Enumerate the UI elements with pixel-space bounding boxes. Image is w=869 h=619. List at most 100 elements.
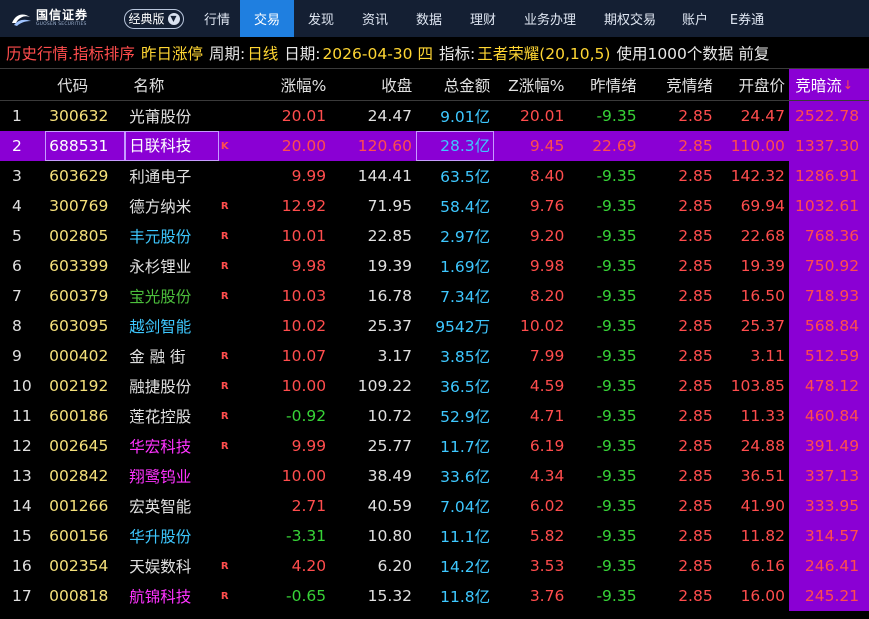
header-tail [863, 69, 869, 100]
table-row[interactable]: 9 000402 金 融 街 R 10.07 3.17 3.85亿 7.99 -9.35 2.85… [0, 341, 869, 371]
indicator-value[interactable]: 王者荣耀(20,10,5) [477, 42, 610, 64]
header-open[interactable]: 开盘价 [717, 74, 789, 96]
stock-code: 002354 [49, 557, 109, 575]
table-row[interactable]: 14 001266 宏英智能 2.71 40.59 7.04亿 6.02 -9.35 2.85 4… [0, 491, 869, 521]
table-row[interactable]: 7 600379 宝光股份 R 10.03 16.78 7.34亿 8.20 -9.35 2.85… [0, 281, 869, 311]
turnover-amount: 11.1亿 [440, 528, 491, 546]
stock-name: 利通电子 [129, 168, 192, 186]
sort-mode-title[interactable]: 历史行情.指标排序 [6, 42, 135, 64]
table-row[interactable]: 15 600156 华升股份 -3.31 10.80 11.1亿 5.82 -9.35 2.85… [0, 521, 869, 551]
stock-name: 永杉锂业 [129, 258, 192, 276]
header-change-pct[interactable]: 涨幅% [245, 74, 331, 96]
turnover-amount: 7.04亿 [440, 498, 491, 516]
stock-flag-badge: R [220, 230, 229, 242]
table-row[interactable]: 2 688531 日联科技 K 20.00 120.60 28.3亿 9.45 22.69 2.8… [0, 131, 869, 161]
auction-flow: 478.12 [788, 371, 864, 401]
table-row[interactable]: 3 603629 利通电子 9.99 144.41 63.5亿 8.40 -9.35 2.85 1… [0, 161, 869, 191]
table-row[interactable]: 1 300632 光莆股份 20.01 24.47 9.01亿 20.01 -9.35 2.85… [0, 101, 869, 131]
date-value[interactable]: 2026-04-30 四 [322, 42, 433, 64]
table-row[interactable]: 17 000818 航锦科技 R -0.65 15.32 11.8亿 3.76 -9.35 2.8… [0, 581, 869, 611]
change-pct: 12.92 [281, 197, 327, 215]
open-price: 41.90 [740, 497, 785, 515]
header-close[interactable]: 收盘 [330, 74, 416, 96]
turnover-amount: 36.5亿 [440, 378, 491, 396]
header-auction-mood[interactable]: 竞情绪 [641, 74, 717, 96]
header-code[interactable]: 代码 [45, 74, 125, 96]
table-row[interactable]: 12 002645 华宏科技 R 9.99 25.77 11.7亿 6.19 -9.35 2.85… [0, 431, 869, 461]
auction-mood: 2.85 [678, 407, 713, 425]
open-price: 24.88 [740, 437, 785, 455]
auction-mood: 2.85 [678, 317, 713, 335]
turnover-amount: 28.3亿 [416, 131, 495, 161]
stock-flag-badge: R [220, 590, 229, 602]
nav-item[interactable]: 交易 [240, 0, 294, 37]
nav-item[interactable]: E券通 [720, 0, 774, 37]
table-row[interactable]: 4 300769 德方纳米 R 12.92 71.95 58.4亿 9.76 -9.35 2.85… [0, 191, 869, 221]
stock-name: 航锦科技 [129, 588, 192, 606]
open-price: 110.00 [730, 137, 785, 155]
z-change-pct: 6.02 [529, 497, 565, 515]
auction-flow: 568.84 [788, 311, 864, 341]
nav-item[interactable]: 行情 [194, 0, 240, 37]
stock-name: 金 融 街 [129, 348, 186, 366]
period-value[interactable]: 日线 [247, 42, 278, 64]
header-auction-flow[interactable]: 竞暗流 ↓ [789, 69, 864, 100]
stock-code: 002805 [49, 227, 109, 245]
prev-mood: -9.35 [596, 257, 637, 275]
prev-mood: -9.35 [596, 377, 637, 395]
close-price: 25.77 [367, 437, 413, 455]
table-row[interactable]: 16 002354 天娱数科 R 4.20 6.20 14.2亿 3.53 -9.35 2.85 6… [0, 551, 869, 581]
table-row[interactable]: 8 603095 越剑智能 10.02 25.37 9542万 10.02 -9.35 2.85… [0, 311, 869, 341]
header-name[interactable]: 名称 [125, 74, 219, 96]
stock-pool-label[interactable]: 昨日涨停 [141, 42, 203, 64]
change-pct: -3.31 [286, 527, 327, 545]
change-pct: -0.92 [286, 407, 327, 425]
stock-name: 天娱数科 [129, 558, 192, 576]
nav-item[interactable]: 资讯 [348, 0, 402, 37]
prev-mood: -9.35 [596, 347, 637, 365]
nav-item[interactable]: 业务办理 [510, 0, 590, 37]
row-tail [863, 371, 869, 401]
change-pct: -0.65 [286, 587, 327, 605]
nav-item[interactable]: 数据 [402, 0, 456, 37]
z-change-pct: 9.45 [529, 137, 565, 155]
brand-logo-icon [12, 14, 31, 26]
auction-mood: 2.85 [678, 347, 713, 365]
version-switch-button[interactable]: 经典版 ▼ [124, 8, 184, 29]
z-change-pct: 9.76 [529, 197, 565, 215]
stock-flag-badge: R [220, 290, 229, 302]
prev-mood: -9.35 [596, 587, 637, 605]
nav-item[interactable]: 期权交易 [590, 0, 670, 37]
auction-flow: 512.59 [788, 341, 864, 371]
auction-flow: 245.21 [788, 581, 864, 611]
stock-name: 德方纳米 [129, 198, 192, 216]
stock-name: 融捷股份 [129, 378, 192, 396]
table-row[interactable]: 10 002192 融捷股份 R 10.00 109.22 36.5亿 4.59 -9.35 2.… [0, 371, 869, 401]
row-tail [863, 551, 869, 581]
table-row[interactable]: 13 002842 翔鹭钨业 10.00 38.49 33.6亿 4.34 -9.35 2.85… [0, 461, 869, 491]
open-price: 22.68 [740, 227, 785, 245]
nav-item[interactable]: 发现 [294, 0, 348, 37]
header-amount[interactable]: 总金额 [416, 74, 494, 96]
table-row[interactable]: 5 002805 丰元股份 R 10.01 22.85 2.97亿 9.20 -9.35 2.85… [0, 221, 869, 251]
row-tail [863, 491, 869, 521]
turnover-amount: 2.97亿 [440, 228, 491, 246]
prev-mood: -9.35 [596, 287, 637, 305]
row-tail [863, 521, 869, 551]
nav-item[interactable]: 账户 [670, 0, 720, 37]
brand-logo[interactable]: 国信证券 GUOSEN SECURITIES [0, 0, 108, 37]
auction-flow: 750.92 [788, 251, 864, 281]
table-row[interactable]: 6 603399 永杉锂业 R 9.98 19.39 1.69亿 9.98 -9.35 2.85 1… [0, 251, 869, 281]
table-row[interactable]: 11 600186 莲花控股 R -0.92 10.72 52.9亿 4.71 -9.35 2.8… [0, 401, 869, 431]
stock-flag-badge: R [220, 260, 229, 272]
nav-item[interactable]: 理财 [456, 0, 510, 37]
z-change-pct: 7.99 [529, 347, 565, 365]
stock-name: 华宏科技 [129, 438, 192, 456]
header-z-change[interactable]: Z涨幅% [494, 74, 568, 96]
header-prev-mood[interactable]: 昨情绪 [568, 74, 640, 96]
change-pct: 9.98 [291, 257, 327, 275]
header-auction-flow-label: 竞暗流 [795, 76, 842, 95]
z-change-pct: 9.20 [529, 227, 565, 245]
close-price: 25.37 [367, 317, 413, 335]
stock-code: 300632 [49, 107, 109, 125]
